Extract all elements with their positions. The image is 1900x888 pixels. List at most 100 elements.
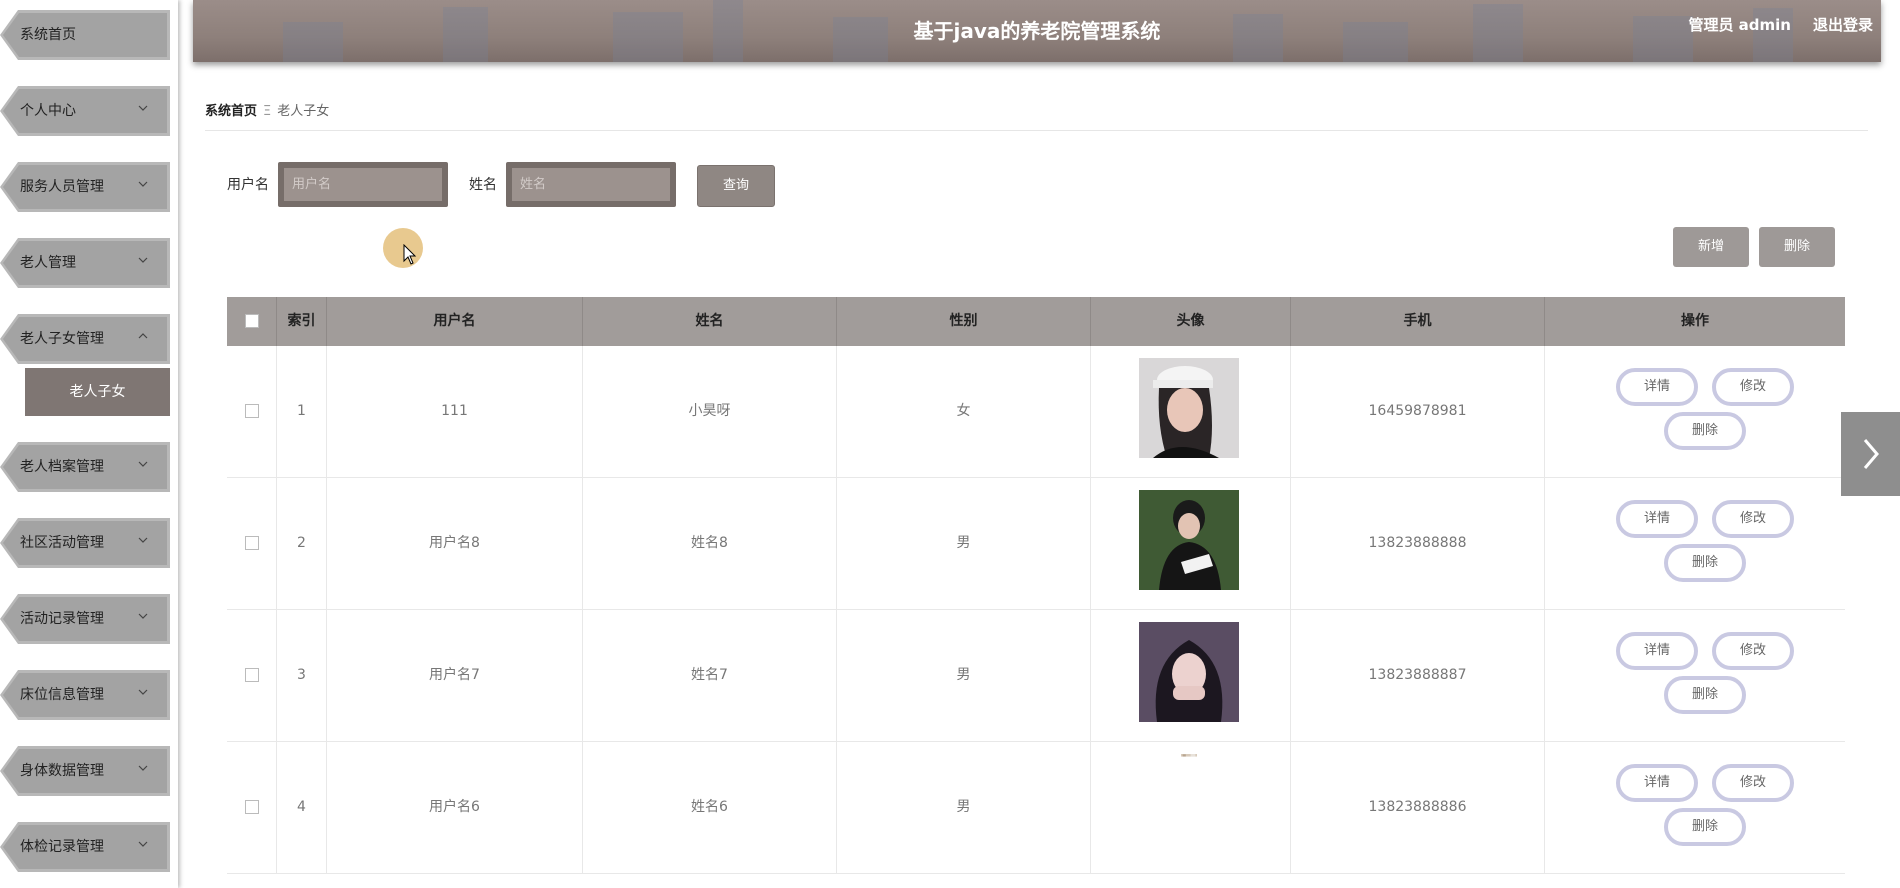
cell-avatar [1091, 742, 1291, 873]
sidebar-item-staff[interactable]: 服务人员管理 [0, 162, 170, 212]
username-input[interactable] [284, 168, 442, 201]
row-select-cell [227, 346, 277, 477]
cell-username: 用户名8 [327, 478, 583, 609]
cell-phone: 16459878981 [1291, 346, 1545, 477]
chevron-down-icon [138, 841, 148, 847]
select-all-checkbox[interactable] [244, 314, 259, 328]
select-all-cell [227, 297, 277, 346]
delete-button[interactable]: 删除 [1664, 544, 1746, 582]
sidebar-item-elderly[interactable]: 老人管理 [0, 238, 170, 288]
cell-actions: 详情 修改 删除 [1545, 610, 1845, 741]
chevron-down-icon [138, 537, 148, 543]
batch-delete-button[interactable]: 删除 [1759, 227, 1835, 267]
name-input-wrap [506, 162, 676, 207]
sidebar-item-label: 身体数据管理 [20, 763, 104, 779]
sidebar-item-checkups[interactable]: 体检记录管理 [0, 822, 170, 872]
row-checkbox[interactable] [244, 404, 259, 418]
edit-button[interactable]: 修改 [1712, 632, 1794, 670]
logout-link[interactable]: 退出登录 [1813, 14, 1873, 35]
row-select-cell [227, 610, 277, 741]
row-select-cell [227, 478, 277, 609]
divider [205, 130, 1868, 131]
cell-name: 姓名6 [583, 742, 837, 873]
cell-actions: 详情 修改 删除 [1545, 346, 1845, 477]
submenu-item-children[interactable]: 老人子女 [25, 368, 170, 416]
avatar-image [1139, 490, 1239, 590]
sidebar-item-label: 服务人员管理 [20, 179, 104, 195]
cell-name: 小昊呀 [583, 346, 837, 477]
sidebar-item-children[interactable]: 老人子女管理 [0, 314, 170, 364]
current-user: 管理员 admin [1688, 16, 1791, 34]
next-page-button[interactable] [1841, 412, 1900, 496]
username-label: 用户名 [227, 177, 269, 193]
sidebar-item-label: 活动记录管理 [20, 611, 104, 627]
table-row: 1 111 小昊呀 女 16459878981 详情 修改 删除 [227, 346, 1845, 478]
mouse-cursor-icon [403, 244, 417, 265]
row-checkbox[interactable] [244, 668, 259, 682]
breadcrumb-separator: Ξ [263, 104, 272, 119]
cell-username: 用户名7 [327, 610, 583, 741]
avatar-image [1139, 622, 1239, 722]
name-input[interactable] [512, 168, 670, 201]
query-button[interactable]: 查询 [697, 165, 775, 207]
delete-button[interactable]: 删除 [1664, 808, 1746, 846]
sidebar-item-home[interactable]: 系统首页 [0, 10, 170, 60]
edit-button[interactable]: 修改 [1712, 764, 1794, 802]
avatar-image [1139, 358, 1239, 458]
sidebar-item-body-data[interactable]: 身体数据管理 [0, 746, 170, 796]
sidebar-item-activities[interactable]: 社区活动管理 [0, 518, 170, 568]
detail-button[interactable]: 详情 [1616, 632, 1698, 670]
cell-gender: 男 [837, 610, 1091, 741]
detail-button[interactable]: 详情 [1616, 368, 1698, 406]
row-checkbox[interactable] [244, 536, 259, 550]
chevron-down-icon [138, 257, 148, 263]
cell-actions: 详情 修改 删除 [1545, 478, 1845, 609]
header-phone: 手机 [1291, 297, 1545, 346]
edit-button[interactable]: 修改 [1712, 368, 1794, 406]
row-checkbox[interactable] [244, 800, 259, 814]
cell-name: 姓名7 [583, 610, 837, 741]
breadcrumb: 系统首页 Ξ 老人子女 [205, 100, 329, 119]
submenu-item-label: 老人子女 [69, 384, 126, 400]
header-gender: 性别 [837, 297, 1091, 346]
delete-button[interactable]: 删除 [1664, 412, 1746, 450]
cell-username: 111 [327, 346, 583, 477]
sidebar-item-beds[interactable]: 床位信息管理 [0, 670, 170, 720]
header-avatar: 头像 [1091, 297, 1291, 346]
cell-avatar [1091, 610, 1291, 741]
header-actions: 操作 [1681, 313, 1709, 329]
row-select-cell [227, 742, 277, 873]
chevron-down-icon [138, 181, 148, 187]
cell-phone: 13823888886 [1291, 742, 1545, 873]
sidebar-item-label: 床位信息管理 [20, 687, 104, 703]
table-row: 2 用户名8 姓名8 男 13823888888 详情 修改 删除 [227, 478, 1845, 610]
header-index: 索引 [277, 297, 327, 346]
edit-button[interactable]: 修改 [1712, 500, 1794, 538]
sidebar-item-activity-records[interactable]: 活动记录管理 [0, 594, 170, 644]
sidebar-item-label: 体检记录管理 [20, 839, 104, 855]
table-row: 3 用户名7 姓名7 男 13823888887 详情 修改 删除 [227, 610, 1845, 742]
chevron-down-icon [138, 689, 148, 695]
cell-actions: 详情 修改 删除 [1545, 742, 1845, 873]
delete-button[interactable]: 删除 [1664, 676, 1746, 714]
table-header: 索引 用户名 姓名 性别 头像 手机 操作 [227, 297, 1845, 346]
sidebar-item-label: 老人子女管理 [20, 331, 104, 347]
breadcrumb-home[interactable]: 系统首页 [205, 104, 257, 119]
chevron-down-icon [138, 765, 148, 771]
detail-button[interactable]: 详情 [1616, 500, 1698, 538]
header-username: 用户名 [327, 297, 583, 346]
app-title: 基于java的养老院管理系统 [913, 19, 1161, 43]
cell-name: 姓名8 [583, 478, 837, 609]
breadcrumb-current: 老人子女 [277, 104, 330, 119]
detail-button[interactable]: 详情 [1616, 764, 1698, 802]
sidebar-item-archives[interactable]: 老人档案管理 [0, 442, 170, 492]
sidebar-item-personal-center[interactable]: 个人中心 [0, 86, 170, 136]
cell-avatar [1091, 478, 1291, 609]
cell-index: 4 [277, 742, 327, 873]
cell-gender: 女 [837, 346, 1091, 477]
chevron-down-icon [138, 613, 148, 619]
add-button[interactable]: 新增 [1673, 227, 1749, 267]
sidebar: 系统首页 个人中心 服务人员管理 老人管理 老人子女管理 老人子女 老人档案管理… [0, 0, 178, 888]
cell-gender: 男 [837, 742, 1091, 873]
cell-phone: 13823888887 [1291, 610, 1545, 741]
